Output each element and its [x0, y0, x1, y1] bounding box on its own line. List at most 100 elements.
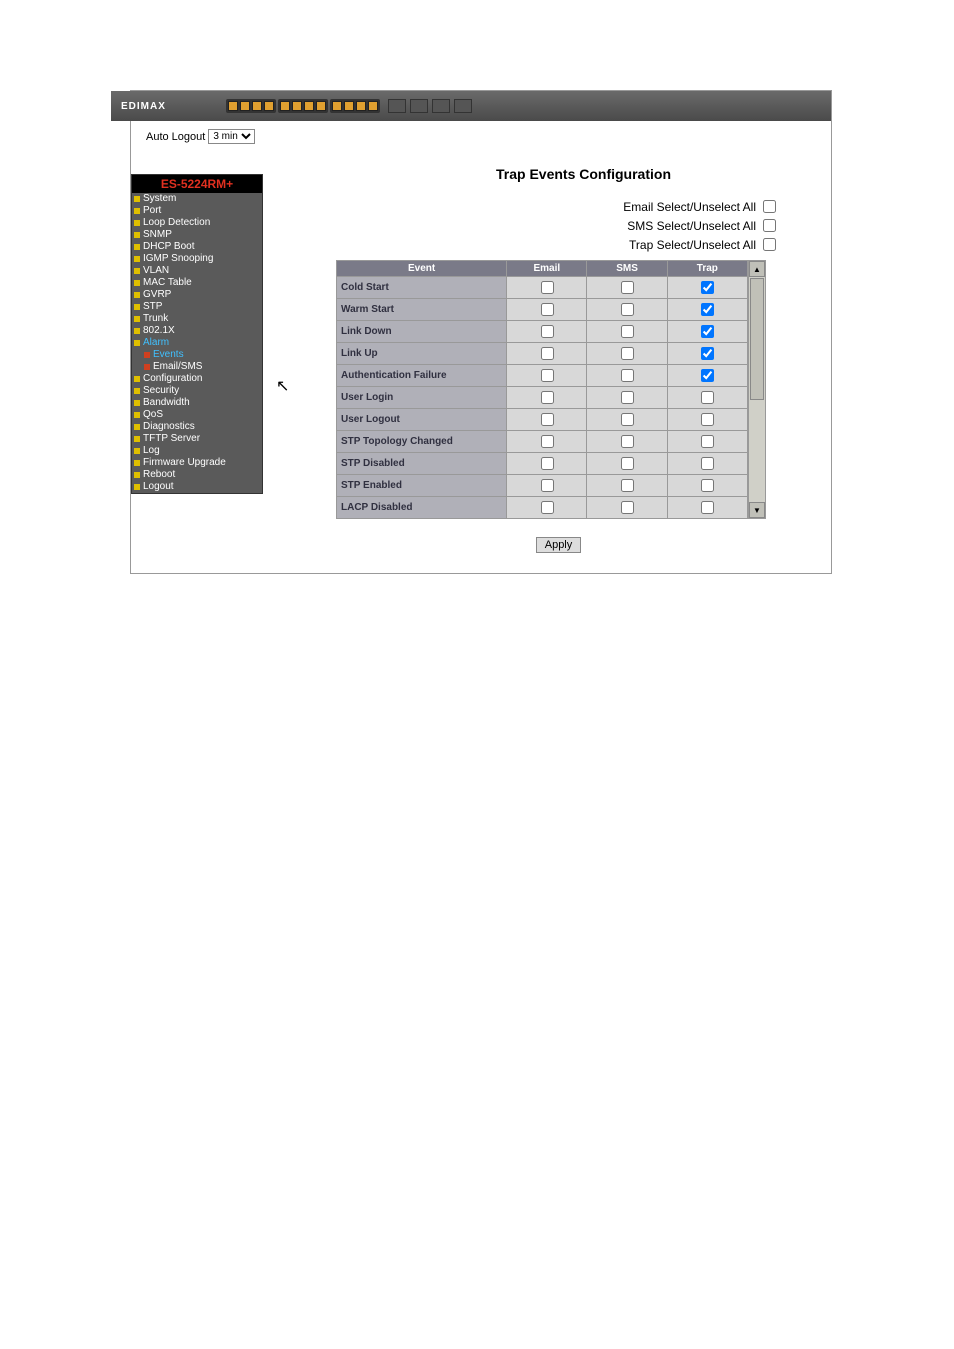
table-row: Cold Start [337, 277, 748, 299]
sms-checkbox[interactable] [621, 281, 634, 294]
nav-item-port[interactable]: Port [132, 205, 262, 217]
sms-checkbox[interactable] [621, 347, 634, 360]
email-checkbox[interactable] [541, 369, 554, 382]
sms-checkbox[interactable] [621, 325, 634, 338]
nav-item-label: Logout [143, 481, 174, 493]
cb-cell-email [507, 475, 587, 497]
nav-item-email-sms[interactable]: Email/SMS [132, 361, 262, 373]
nav-item-gvrp[interactable]: GVRP [132, 289, 262, 301]
trap-checkbox[interactable] [701, 303, 714, 316]
email-checkbox[interactable] [541, 325, 554, 338]
nav-item-dhcp-boot[interactable]: DHCP Boot [132, 241, 262, 253]
trap-checkbox[interactable] [701, 435, 714, 448]
nav-item-label: Reboot [143, 469, 175, 481]
nav-item-logout[interactable]: Logout [132, 481, 262, 493]
scroll-thumb[interactable] [750, 278, 764, 400]
nav-item-loop-detection[interactable]: Loop Detection [132, 217, 262, 229]
nav-item-label: VLAN [143, 265, 169, 277]
trap-select-all-checkbox[interactable] [763, 238, 776, 251]
nav-item-bandwidth[interactable]: Bandwidth [132, 397, 262, 409]
nav-item-igmp-snooping[interactable]: IGMP Snooping [132, 253, 262, 265]
sms-checkbox[interactable] [621, 369, 634, 382]
sms-select-all-label: SMS Select/Unselect All [627, 218, 756, 234]
auto-logout-select[interactable]: 3 min [208, 129, 255, 144]
table-row: STP Enabled [337, 475, 748, 497]
trap-checkbox[interactable] [701, 413, 714, 426]
table-row: Warm Start [337, 299, 748, 321]
nav-item-diagnostics[interactable]: Diagnostics [132, 421, 262, 433]
email-checkbox[interactable] [541, 501, 554, 514]
nav-item-label: Diagnostics [143, 421, 195, 433]
nav-item-label: Loop Detection [143, 217, 210, 229]
nav-item-802-1x[interactable]: 802.1X [132, 325, 262, 337]
table-scrollbar[interactable]: ▲ ▼ [748, 260, 766, 519]
nav-item-snmp[interactable]: SNMP [132, 229, 262, 241]
email-checkbox[interactable] [541, 347, 554, 360]
cb-cell-email [507, 431, 587, 453]
port-status-panel [226, 99, 380, 113]
nav-bullet-icon [134, 388, 140, 394]
sms-checkbox[interactable] [621, 479, 634, 492]
event-label: Cold Start [337, 277, 507, 299]
header-event: Event [337, 261, 507, 277]
sms-checkbox[interactable] [621, 391, 634, 404]
trap-checkbox[interactable] [701, 281, 714, 294]
apply-button[interactable]: Apply [536, 537, 582, 553]
nav-item-stp[interactable]: STP [132, 301, 262, 313]
trap-select-all-label: Trap Select/Unselect All [629, 237, 756, 253]
email-checkbox[interactable] [541, 303, 554, 316]
nav-item-configuration[interactable]: Configuration [132, 373, 262, 385]
nav-bullet-icon [134, 244, 140, 250]
sms-checkbox[interactable] [621, 501, 634, 514]
nav-item-tftp-server[interactable]: TFTP Server [132, 433, 262, 445]
nav-bullet-icon [134, 256, 140, 262]
event-label: User Login [337, 387, 507, 409]
nav-item-mac-table[interactable]: MAC Table [132, 277, 262, 289]
trap-checkbox[interactable] [701, 369, 714, 382]
trap-checkbox[interactable] [701, 501, 714, 514]
cb-cell-email [507, 453, 587, 475]
header-trap: Trap [667, 261, 747, 277]
nav-item-label: System [143, 193, 176, 205]
cb-cell-trap [667, 475, 747, 497]
nav-bullet-icon [134, 448, 140, 454]
email-checkbox[interactable] [541, 391, 554, 404]
nav-item-label: Security [143, 385, 179, 397]
email-select-all-checkbox[interactable] [763, 200, 776, 213]
nav-item-firmware-upgrade[interactable]: Firmware Upgrade [132, 457, 262, 469]
nav-bullet-icon [134, 412, 140, 418]
cb-cell-trap [667, 299, 747, 321]
nav-item-label: Trunk [143, 313, 168, 325]
email-checkbox[interactable] [541, 413, 554, 426]
nav-item-log[interactable]: Log [132, 445, 262, 457]
cb-cell-email [507, 365, 587, 387]
nav-item-reboot[interactable]: Reboot [132, 469, 262, 481]
trap-checkbox[interactable] [701, 457, 714, 470]
nav-item-trunk[interactable]: Trunk [132, 313, 262, 325]
nav-item-system[interactable]: System [132, 193, 262, 205]
nav-bullet-icon [134, 196, 140, 202]
nav-item-events[interactable]: Events [132, 349, 262, 361]
email-checkbox[interactable] [541, 281, 554, 294]
sms-checkbox[interactable] [621, 413, 634, 426]
scroll-up-button[interactable]: ▲ [749, 261, 765, 277]
email-checkbox[interactable] [541, 479, 554, 492]
sms-checkbox[interactable] [621, 303, 634, 316]
nav-item-security[interactable]: Security [132, 385, 262, 397]
nav-item-qos[interactable]: QoS [132, 409, 262, 421]
nav-item-vlan[interactable]: VLAN [132, 265, 262, 277]
sms-checkbox[interactable] [621, 435, 634, 448]
email-checkbox[interactable] [541, 457, 554, 470]
sms-checkbox[interactable] [621, 457, 634, 470]
trap-checkbox[interactable] [701, 325, 714, 338]
nav-item-label: QoS [143, 409, 163, 421]
email-checkbox[interactable] [541, 435, 554, 448]
trap-checkbox[interactable] [701, 391, 714, 404]
sms-select-all-checkbox[interactable] [763, 219, 776, 232]
extra-port-panels [388, 99, 472, 113]
trap-checkbox[interactable] [701, 347, 714, 360]
trap-checkbox[interactable] [701, 479, 714, 492]
nav-item-label: Firmware Upgrade [143, 457, 226, 469]
nav-item-alarm[interactable]: Alarm [132, 337, 262, 349]
scroll-down-button[interactable]: ▼ [749, 502, 765, 518]
